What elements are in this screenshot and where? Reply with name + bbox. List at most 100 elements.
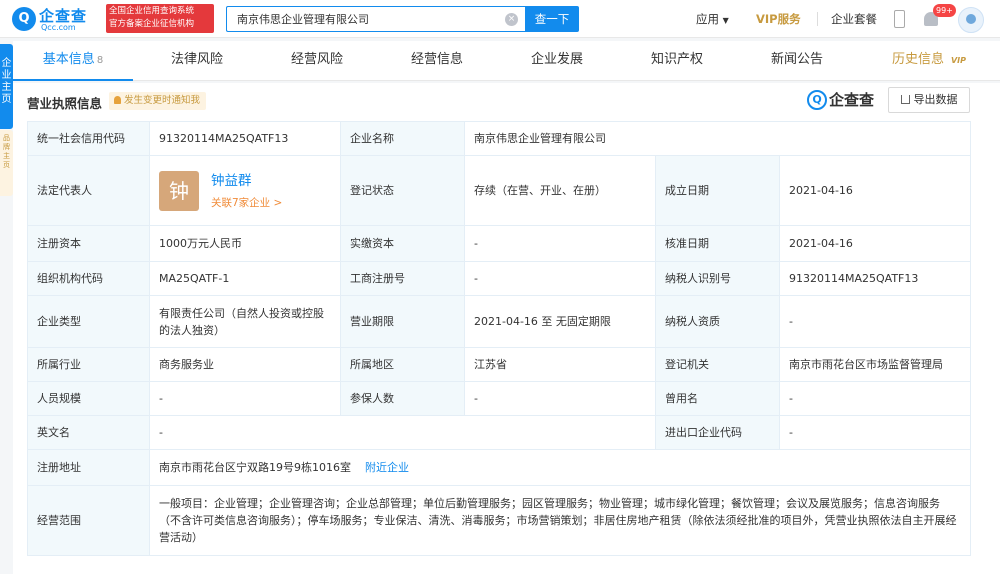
tab-legal-risk[interactable]: 法律风险 (137, 41, 257, 81)
divider (817, 12, 818, 26)
biz-reg-no-value: - (464, 261, 656, 296)
credit-code-value: 91320114MA25QATF13 (149, 121, 341, 156)
table-row: 注册资本 1000万元人民币 实缴资本 - 核准日期 2021-04-16 (27, 225, 972, 262)
tab-history[interactable]: 历史信息 VIP (858, 41, 978, 81)
tab-news[interactable]: 新闻公告 (737, 41, 857, 81)
taxpayer-id-label: 纳税人识别号 (655, 261, 780, 296)
table-row: 人员规模 - 参保人数 - 曾用名 - (27, 381, 972, 416)
legal-rep-avatar[interactable]: 钟 (159, 170, 199, 211)
former-name-label: 曾用名 (655, 381, 780, 416)
tab-label: 法律风险 (170, 52, 223, 67)
legal-rep-name[interactable]: 钟益群 (211, 173, 252, 190)
notification-count-badge: 99+ (933, 4, 956, 17)
region-value: 江苏省 (464, 347, 656, 382)
import-export-label: 进出口企业代码 (655, 415, 780, 450)
industry-label: 所属行业 (27, 347, 150, 382)
change-notify-button[interactable]: 发生变更时通知我 (109, 92, 207, 110)
reg-capital-label: 注册资本 (27, 225, 150, 262)
reg-address-value: 南京市雨花台区宁双路19号9栋1016室 (159, 461, 351, 474)
badge-line-2: 官方备案企业征信机构 (109, 19, 195, 29)
logo-domain: Qcc.com (41, 23, 76, 32)
approve-date-value: 2021-04-16 (778, 225, 972, 262)
tab-basic-info[interactable]: 基本信息 8 (13, 41, 133, 81)
apps-menu[interactable]: 应用 ▼ (696, 11, 729, 27)
legal-rep-cell: 钟 钟益群 关联7家企业 > (149, 155, 341, 226)
staff-size-label: 人员规模 (27, 381, 150, 416)
table-row: 注册地址 南京市雨花台区宁双路19号9栋1016室 附近企业 (27, 449, 972, 486)
company-name-label: 企业名称 (340, 121, 465, 156)
company-home-tab[interactable]: 企业主页 (0, 44, 13, 129)
export-data-button[interactable]: 导出数据 (888, 87, 970, 113)
phone-icon[interactable] (894, 10, 905, 28)
insured-label: 参保人数 (340, 381, 465, 416)
biz-scope-value: 一般项目：企业管理；企业管理咨询；企业总部管理；单位后勤管理服务；园区管理服务；… (148, 485, 972, 556)
company-type-value: 有限责任公司（自然人投资或控股的法人独资） (149, 295, 341, 348)
section-title: 营业执照信息 (27, 96, 103, 111)
reg-status-label: 登记状态 (340, 155, 465, 226)
bell-icon (114, 96, 121, 104)
est-date-value: 2021-04-16 (778, 155, 972, 226)
qcc-logo[interactable]: Q 企查查 Qcc.com (12, 6, 104, 32)
user-avatar[interactable] (958, 7, 984, 33)
reg-address-cell: 南京市雨花台区宁双路19号9栋1016室 附近企业 (148, 449, 972, 486)
tab-label: 企业发展 (530, 52, 583, 67)
export-label: 导出数据 (913, 93, 958, 106)
table-row: 所属行业 商务服务业 所属地区 江苏省 登记机关 南京市雨花台区市场监督管理局 (27, 347, 972, 382)
download-icon (900, 95, 910, 104)
tab-operating-risk[interactable]: 经营风险 (257, 41, 377, 81)
insured-value: - (464, 381, 656, 416)
tab-label: 知识产权 (650, 52, 703, 67)
staff-size-value: - (149, 381, 341, 416)
notify-label: 发生变更时通知我 (124, 95, 201, 106)
apps-label: 应用 (696, 12, 719, 26)
reg-capital-value: 1000万元人民币 (149, 225, 341, 262)
tab-label: 基本信息 (42, 52, 95, 67)
section-tabs: 基本信息 8 法律风险 经营风险 经营信息 企业发展 知识产权 新闻公告 历史信息… (13, 41, 1000, 81)
qcc-logo-icon: Q (12, 7, 36, 31)
table-row: 企业类型 有限责任公司（自然人投资或控股的法人独资） 营业期限 2021-04-… (27, 295, 972, 348)
biz-reg-no-label: 工商注册号 (340, 261, 465, 296)
tab-ip[interactable]: 知识产权 (617, 41, 737, 81)
company-type-label: 企业类型 (27, 295, 150, 348)
search-button[interactable]: 查一下 (525, 6, 579, 32)
official-badge: 全国企业信用查询系统 官方备案企业征信机构 (106, 4, 214, 33)
company-name-value: 南京伟思企业管理有限公司 (463, 121, 972, 156)
org-code-value: MA25QATF-1 (149, 261, 341, 296)
table-row: 英文名 - 进出口企业代码 - (27, 415, 972, 450)
qcc-logo-icon: Q (807, 90, 827, 110)
table-row: 组织机构代码 MA25QATF-1 工商注册号 - 纳税人识别号 9132011… (27, 261, 972, 296)
brand-name: 企查查 (829, 91, 875, 109)
enterprise-plan-link[interactable]: 企业套餐 (831, 11, 877, 27)
biz-scope-label: 经营范围 (27, 485, 150, 556)
table-row: 法定代表人 钟 钟益群 关联7家企业 > 登记状态 存续（在营、开业、在册） 成… (27, 155, 972, 226)
biz-term-label: 营业期限 (340, 295, 465, 348)
tab-label: 历史信息 (891, 52, 944, 67)
english-name-label: 英文名 (27, 415, 150, 450)
caret-down-icon: ▼ (722, 16, 729, 25)
nearby-companies-link[interactable]: 附近企业 (365, 461, 409, 474)
search-input[interactable] (227, 7, 497, 31)
reg-authority-value: 南京市雨花台区市场监督管理局 (778, 347, 972, 382)
related-companies-link[interactable]: 关联7家企业 > (211, 195, 282, 212)
legal-rep: 钟 钟益群 关联7家企业 > (159, 163, 331, 219)
credit-code-label: 统一社会信用代码 (27, 121, 150, 156)
clear-icon[interactable]: × (505, 13, 518, 26)
table-row: 经营范围 一般项目：企业管理；企业管理咨询；企业总部管理；单位后勤管理服务；园区… (27, 485, 972, 556)
brand-home-tab[interactable]: 品牌主页 (0, 130, 13, 196)
paid-capital-label: 实缴资本 (340, 225, 465, 262)
vip-service-link[interactable]: VIP服务 (756, 11, 801, 27)
taxpayer-qual-label: 纳税人资质 (655, 295, 780, 348)
tab-label: 经营信息 (410, 52, 463, 67)
top-bar: Q 企查查 Qcc.com 全国企业信用查询系统 官方备案企业征信机构 × 查一… (0, 0, 1000, 38)
business-license-card: 营业执照信息 发生变更时通知我 Q 企查查 导出数据 统一社会信用代码 9132… (13, 83, 1000, 574)
tab-count: 8 (96, 55, 104, 66)
taxpayer-id-value: 91320114MA25QATF13 (778, 261, 972, 296)
tab-operating-info[interactable]: 经营信息 (377, 41, 497, 81)
taxpayer-qual-value: - (778, 295, 972, 348)
badge-line-1: 全国企业信用查询系统 (109, 6, 195, 16)
reg-status-value: 存续（在营、开业、在册） (464, 155, 656, 226)
tab-development[interactable]: 企业发展 (497, 41, 617, 81)
reg-authority-label: 登记机关 (655, 347, 780, 382)
tab-label: 新闻公告 (770, 52, 823, 67)
former-name-value: - (778, 381, 972, 416)
